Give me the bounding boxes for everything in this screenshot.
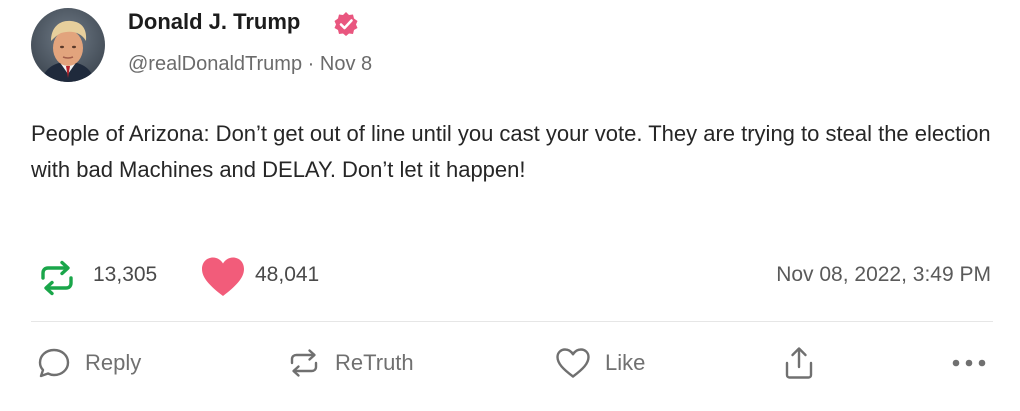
reply-label: Reply (85, 350, 142, 375)
post-stats: 13,305 48,041 Nov 08, 2022, 3:49 PM (31, 250, 991, 300)
like-label: Like (605, 350, 646, 375)
post-text: People of Arizona: Don’t get out of line… (31, 121, 991, 182)
like-button[interactable]: Like (555, 335, 645, 391)
speech-bubble-icon (38, 348, 70, 378)
more-dots-icon (952, 359, 986, 367)
avatar[interactable] (31, 8, 105, 82)
truth-post: Donald J. Trump @realDonaldTrump · Nov 8… (0, 0, 1020, 411)
retruth-icon (37, 260, 77, 296)
heart-outline-icon (556, 348, 590, 378)
more-options-button[interactable] (951, 335, 987, 391)
separator-dot: · (307, 53, 315, 75)
heart-icon (200, 256, 246, 298)
like-count[interactable]: 48,041 (255, 263, 319, 287)
retruth-count[interactable]: 13,305 (93, 263, 157, 287)
retruth-button[interactable]: ReTruth (287, 335, 414, 391)
verified-badge-icon (333, 11, 359, 37)
post-actions: Reply ReTruth Like (31, 335, 993, 391)
reply-button[interactable]: Reply (37, 335, 141, 391)
share-icon (785, 347, 813, 379)
author-name[interactable]: Donald J. Trump (128, 9, 300, 35)
divider (31, 321, 993, 322)
retruth-label: ReTruth (335, 350, 414, 375)
avatar-image (31, 8, 105, 82)
share-button[interactable] (783, 335, 815, 391)
post-date-short[interactable]: Nov 8 (320, 53, 372, 75)
author-handle-line: @realDonaldTrump · Nov 8 (128, 53, 372, 76)
author-handle[interactable]: @realDonaldTrump (128, 53, 302, 75)
retruth-icon (290, 349, 318, 377)
post-timestamp: Nov 08, 2022, 3:49 PM (776, 263, 991, 286)
